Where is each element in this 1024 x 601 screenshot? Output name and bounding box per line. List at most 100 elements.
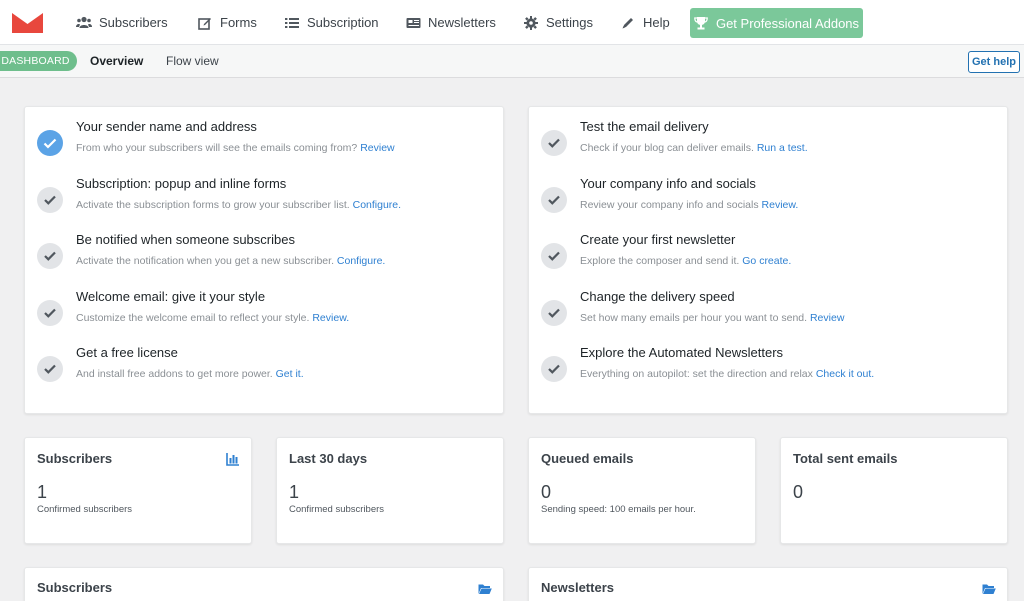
checklist-link[interactable]: Review [810, 312, 844, 324]
checklist-description-text: Check if your blog can deliver emails. [580, 142, 754, 154]
checklist-item: Welcome email: give it your style Custom… [37, 289, 497, 329]
checklist-link[interactable]: Review. [762, 199, 799, 211]
check-circle-icon [541, 300, 567, 326]
checklist-item: Create your first newsletter Explore the… [541, 232, 1001, 272]
checklist-description: Review your company info and socials Rev… [580, 199, 798, 211]
checklist-link[interactable]: Configure. [337, 255, 385, 267]
stat-card-subscribers: Subscribers 1 Confirmed subscribers [24, 437, 252, 544]
nav-label: Subscribers [99, 15, 168, 30]
tab-flow-view[interactable]: Flow view [166, 54, 219, 68]
users-icon [76, 15, 92, 31]
trophy-icon [694, 16, 708, 30]
mail-logo-icon[interactable] [12, 13, 43, 33]
checklist-description-text: Activate the notification when you get a… [76, 255, 334, 267]
stat-value: 0 [541, 482, 552, 502]
get-help-button[interactable]: Get help [968, 51, 1020, 73]
checklist-description-text: Review your company info and socials [580, 199, 759, 211]
nav-label: Subscription [307, 15, 379, 30]
checklist-description-text: From who your subscribers will see the e… [76, 142, 358, 154]
checklist-title: Welcome email: give it your style [76, 289, 266, 304]
nav-forms[interactable]: Forms [197, 0, 257, 45]
tab-overview[interactable]: Overview [90, 54, 143, 68]
get-professional-addons-button[interactable]: Get Professional Addons [690, 8, 863, 38]
nav-subscribers[interactable]: Subscribers [76, 0, 168, 45]
checklist-description: From who your subscribers will see the e… [76, 142, 395, 154]
checklist-title: Explore the Automated Newsletters [580, 345, 784, 360]
stat-subtext: Confirmed subscribers [37, 504, 133, 515]
checklist-title: Your sender name and address [76, 119, 257, 134]
checklist-item: Change the delivery speed Set how many e… [541, 289, 1001, 329]
checklist-link[interactable]: Get it. [276, 368, 304, 380]
stat-card-total-sent: Total sent emails 0 [780, 437, 1008, 544]
checklist-item: Explore the Automated Newsletters Everyt… [541, 345, 1001, 385]
check-circle-icon [541, 243, 567, 269]
checklist-title: Create your first newsletter [580, 232, 736, 247]
check-circle-icon [37, 356, 63, 382]
checklist-title: Your company info and socials [580, 176, 756, 191]
newspaper-icon [405, 15, 421, 31]
pen-icon [620, 15, 636, 31]
nav-label: Settings [546, 15, 593, 30]
checklist-description-text: Explore the composer and send it. [580, 255, 740, 267]
stat-value: 1 [289, 482, 300, 502]
checklist-item: Test the email delivery Check if your bl… [541, 119, 1001, 159]
checklist-card-left: Your sender name and address From who yo… [24, 106, 504, 414]
checklist-item: Your company info and socials Review you… [541, 176, 1001, 216]
folder-open-icon[interactable] [982, 582, 996, 596]
dashboard-badge: DASHBOARD [0, 51, 77, 71]
nav-subscription[interactable]: Subscription [284, 0, 379, 45]
checklist-link[interactable]: Review [360, 142, 394, 154]
checklist-description-text: Activate the subscription forms to grow … [76, 199, 350, 211]
checklist-link[interactable]: Check it out. [816, 368, 874, 380]
nav-label: Forms [220, 15, 257, 30]
checklist-description-text: Set how many emails per hour you want to… [580, 312, 808, 324]
nav-label: Help [643, 15, 670, 30]
stat-value: 0 [793, 482, 804, 502]
stat-subtext: Sending speed: 100 emails per hour. [541, 504, 696, 515]
stat-card-queued-emails: Queued emails 0 Sending speed: 100 email… [528, 437, 756, 544]
checklist-item: Subscription: popup and inline forms Act… [37, 176, 497, 216]
stat-title: Total sent emails [793, 451, 898, 466]
nav-help[interactable]: Help [620, 0, 670, 45]
checklist-title: Test the email delivery [580, 119, 709, 134]
checklist-link[interactable]: Review. [312, 312, 349, 324]
folder-open-icon[interactable] [478, 582, 492, 596]
checklist-description: Activate the subscription forms to grow … [76, 199, 401, 211]
bar-chart-icon[interactable] [226, 452, 240, 466]
checklist-description-text: Everything on autopilot: set the directi… [580, 368, 813, 380]
checklist-link[interactable]: Configure. [353, 199, 401, 211]
checklist-description: And install free addons to get more powe… [76, 368, 304, 380]
checklist-description: Everything on autopilot: set the directi… [580, 368, 874, 380]
stat-title: Last 30 days [289, 451, 368, 466]
check-circle-icon [37, 187, 63, 213]
checklist-description-text: And install free addons to get more powe… [76, 368, 273, 380]
checklist-description: Customize the welcome email to reflect y… [76, 312, 349, 324]
panel-title: Subscribers [37, 580, 113, 595]
check-circle-icon [37, 243, 63, 269]
check-circle-icon [541, 356, 567, 382]
checklist-link[interactable]: Go create. [742, 255, 791, 267]
checklist-title: Be notified when someone subscribes [76, 232, 295, 247]
edit-icon [197, 15, 213, 31]
checklist-description: Set how many emails per hour you want to… [580, 312, 844, 324]
check-circle-icon [541, 130, 567, 156]
stat-subtext: Confirmed subscribers [289, 504, 385, 515]
stat-card-last-30-days: Last 30 days 1 Confirmed subscribers [276, 437, 504, 544]
nav-settings[interactable]: Settings [523, 0, 593, 45]
check-circle-icon [37, 130, 63, 156]
checklist-title: Change the delivery speed [580, 289, 735, 304]
stat-title: Queued emails [541, 451, 634, 466]
checklist-item: Get a free license And install free addo… [37, 345, 497, 385]
sub-navigation: DASHBOARD Overview Flow view [0, 45, 1024, 78]
checklist-link[interactable]: Run a test. [757, 142, 808, 154]
checklist-item: Be notified when someone subscribes Acti… [37, 232, 497, 272]
gear-icon [523, 15, 539, 31]
check-circle-icon [541, 187, 567, 213]
checklist-description: Activate the notification when you get a… [76, 255, 385, 267]
list-icon [284, 15, 300, 31]
nav-label: Newsletters [428, 15, 496, 30]
nav-newsletters[interactable]: Newsletters [405, 0, 496, 45]
top-navigation: Subscribers Forms Subscription Newslette… [0, 0, 1024, 45]
checklist-item: Your sender name and address From who yo… [37, 119, 497, 159]
stat-value: 1 [37, 482, 48, 502]
